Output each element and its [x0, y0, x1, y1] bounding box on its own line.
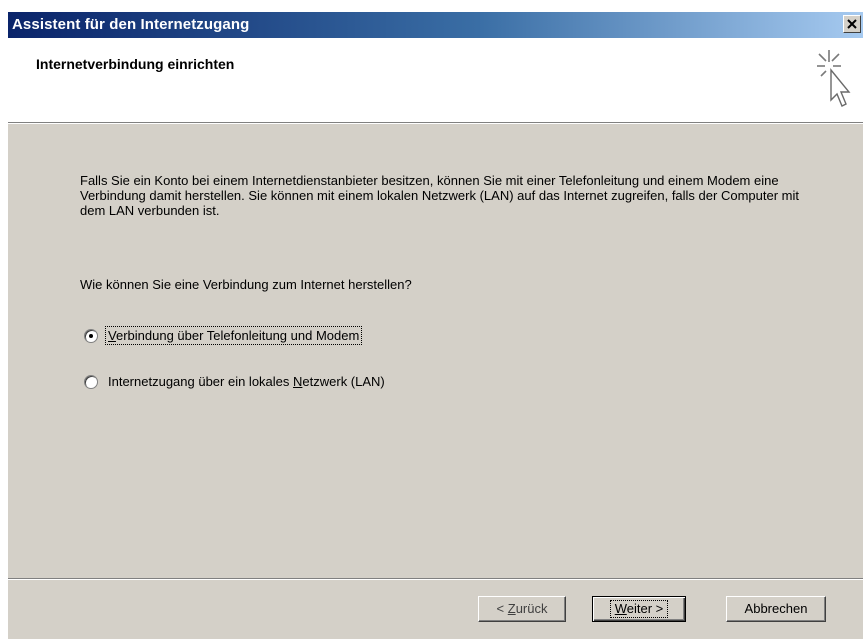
option-lan-label-after: etzwerk (LAN) — [302, 374, 385, 389]
cancel-button[interactable]: Abbrechen — [726, 596, 826, 622]
next-button-focus: Weiter > — [609, 600, 669, 618]
option-lan-label[interactable]: Internetzugang über ein lokales Netzwerk… — [106, 373, 387, 390]
option-lan-accelerator: N — [293, 374, 303, 389]
back-button-prefix: < — [496, 601, 508, 616]
window-title: Assistent für den Internetzugang — [12, 16, 250, 33]
back-button[interactable]: < Zurück — [478, 596, 566, 622]
footer-separator — [8, 578, 863, 580]
next-button-label: eiter > — [626, 601, 664, 616]
wizard-cursor-sparkle-icon — [817, 50, 851, 107]
option-dialup[interactable]: Verbindung über Telefonleitung und Modem — [84, 326, 363, 345]
back-button-accelerator: Z — [507, 601, 516, 616]
next-button[interactable]: Weiter > — [592, 596, 686, 622]
option-dialup-label[interactable]: Verbindung über Telefonleitung und Modem — [104, 326, 363, 345]
intro-text: Falls Sie ein Konto bei einem Internetdi… — [80, 173, 799, 218]
close-button[interactable] — [843, 15, 861, 33]
wizard-header: Internetverbindung einrichten — [8, 38, 863, 123]
back-button-label: urück — [515, 601, 548, 616]
option-dialup-accelerator: V — [108, 328, 116, 343]
option-lan-label-before: Internetzugang über ein lokales — [108, 374, 294, 389]
close-icon — [847, 19, 857, 29]
page-title: Internetverbindung einrichten — [36, 56, 235, 72]
option-lan[interactable]: Internetzugang über ein lokales Netzwerk… — [84, 373, 387, 390]
connection-question: Wie können Sie eine Verbindung zum Inter… — [80, 277, 412, 292]
radio-dialup[interactable] — [84, 328, 98, 343]
radio-lan[interactable] — [84, 374, 98, 389]
wizard-content: Falls Sie ein Konto bei einem Internetdi… — [80, 173, 800, 389]
next-button-accelerator: W — [614, 601, 627, 616]
wizard-dialog: Assistent für den Internetzugang Interne… — [8, 12, 863, 639]
title-bar[interactable]: Assistent für den Internetzugang — [8, 12, 863, 38]
option-dialup-label-after: erbindung über Telefonleitung und Modem — [115, 328, 360, 343]
